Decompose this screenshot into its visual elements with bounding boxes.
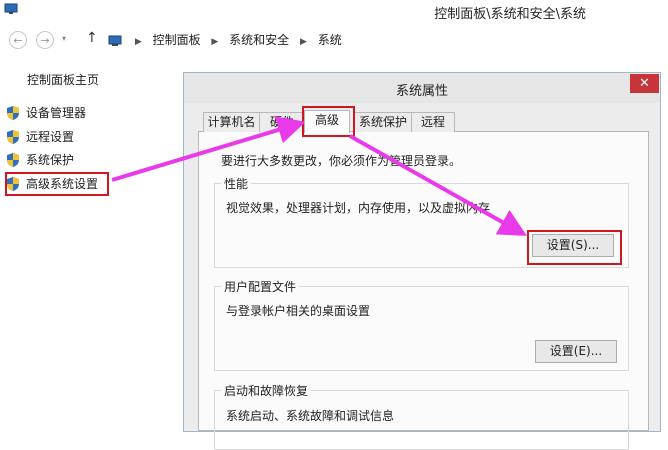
startup-recovery-description: 系统启动、系统故障和调试信息	[226, 409, 395, 423]
admin-note: 要进行大多数更改，你必须作为管理员登录。	[221, 154, 462, 168]
breadcrumb-control-panel[interactable]: 控制面板	[153, 33, 201, 47]
window-title: 控制面板\系统和安全\系统	[434, 7, 586, 22]
sidebar-item-remote-settings[interactable]: 远程设置	[6, 128, 74, 148]
chevron-right-icon: ▶	[211, 37, 219, 47]
address-bar: ← → ▾ ↑ ▶ 控制面板 ▶ 系统和安全 ▶ 系统	[0, 24, 668, 56]
system-properties-dialog: 系统属性 ✕ 计算机名 硬件 高级 系统保护 远程 要进行大多数更改，你必须作为…	[183, 72, 661, 450]
performance-group-label: 性能	[221, 175, 252, 192]
user-profiles-settings-button[interactable]: 设置(E)...	[535, 340, 617, 363]
dialog-title-bar: 系统属性 ✕	[184, 73, 660, 103]
recent-locations-chevron-icon[interactable]: ▾	[62, 34, 66, 43]
tab-advanced[interactable]: 高级	[304, 110, 350, 133]
annotation-highlight-box	[5, 172, 109, 196]
title-bar: 控制面板\系统和安全\系统	[0, 0, 668, 24]
tab-system-protection[interactable]: 系统保护	[354, 112, 412, 132]
chevron-right-icon: ▶	[134, 37, 142, 47]
sidebar-item-label: 设备管理器	[26, 106, 87, 120]
sidebar-item-system-protection[interactable]: 系统保护	[6, 151, 74, 171]
tab-remote[interactable]: 远程	[411, 112, 455, 132]
breadcrumb-system-security[interactable]: 系统和安全	[229, 33, 289, 47]
shield-icon	[7, 129, 19, 144]
sidebar-item-label: 远程设置	[26, 130, 75, 144]
performance-description: 视觉效果，处理器计划，内存使用，以及虚拟内存	[226, 201, 491, 215]
tab-computer-name[interactable]: 计算机名	[203, 112, 260, 132]
computer-icon	[4, 3, 18, 14]
user-profiles-group-label: 用户配置文件	[221, 278, 300, 295]
startup-recovery-group: 启动和故障恢复 系统启动、系统故障和调试信息	[214, 382, 629, 450]
tab-hardware[interactable]: 硬件	[259, 112, 305, 132]
control-panel-home-link[interactable]: 控制面板主页	[27, 71, 99, 88]
sidebar-item-device-manager[interactable]: 设备管理器	[6, 104, 86, 124]
sidebar-item-label: 系统保护	[26, 153, 75, 167]
back-arrow-icon[interactable]: ←	[9, 31, 27, 49]
close-icon[interactable]: ✕	[630, 74, 659, 93]
breadcrumb: ▶ 控制面板 ▶ 系统和安全 ▶ 系统	[108, 31, 342, 49]
control-panel-icon	[108, 35, 122, 46]
shield-icon	[7, 105, 19, 120]
breadcrumb-system[interactable]: 系统	[318, 33, 342, 47]
user-profiles-description: 与登录帐户相关的桌面设置	[226, 304, 371, 318]
shield-icon	[7, 152, 19, 167]
startup-recovery-group-label: 启动和故障恢复	[221, 382, 312, 399]
up-arrow-icon[interactable]: ↑	[86, 30, 98, 46]
user-profiles-group: 用户配置文件 与登录帐户相关的桌面设置 设置(E)...	[214, 278, 629, 371]
chevron-right-icon: ▶	[300, 37, 307, 47]
annotation-highlight-box	[527, 230, 622, 265]
dialog-title: 系统属性	[395, 84, 448, 99]
forward-arrow-icon[interactable]: →	[36, 31, 54, 49]
